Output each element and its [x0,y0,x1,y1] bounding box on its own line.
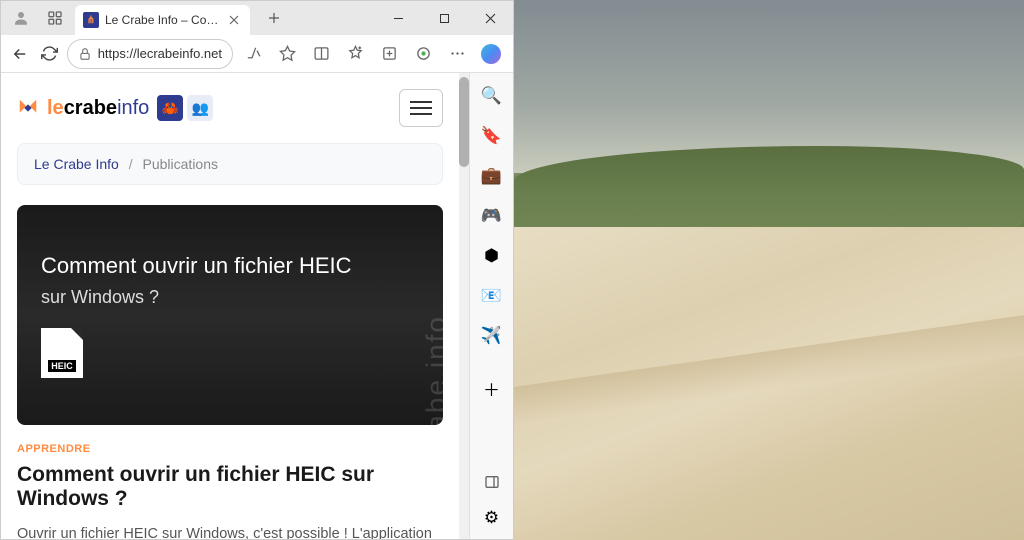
watermark: écrabe.info [421,315,443,425]
collections-icon[interactable] [373,38,405,70]
tab-close-button[interactable] [226,12,242,28]
address-text: https://lecrabeinfo.net [98,46,222,61]
favorites-icon[interactable] [339,38,371,70]
refresh-button[interactable] [37,38,63,70]
scrollbar-thumb[interactable] [459,77,469,167]
tab-title: Le Crabe Info – Communauté d'e [105,13,220,27]
browser-tab[interactable]: ⋔ Le Crabe Info – Communauté d'e [75,5,250,35]
back-button[interactable] [7,38,33,70]
scrollbar[interactable] [459,73,469,539]
menu-button[interactable] [399,89,443,127]
title-bar: ⋔ Le Crabe Info – Communauté d'e [1,1,513,35]
breadcrumb-current: Publications [143,156,219,172]
workspaces-icon[interactable] [41,4,69,32]
toolbar: https://lecrabeinfo.net [1,35,513,73]
sidebar-tools-icon[interactable]: 💼 [479,163,505,189]
more-button[interactable] [441,38,473,70]
community-badge-icon[interactable]: 🦀 [157,95,183,121]
extensions-icon[interactable] [407,38,439,70]
site-header: lecrabeinfo 🦀 👥 [17,89,443,127]
browser-window: ⋔ Le Crabe Info – Communauté d'e https:/… [0,0,514,540]
sidebar-add-icon[interactable]: ＋ [479,375,505,401]
image-overlay-title: Comment ouvrir un fichier HEIC [41,253,419,279]
sidebar-shopping-icon[interactable]: 🔖 [479,123,505,149]
crab-icon [17,97,39,119]
sidebar-search-icon[interactable]: 🔍 [479,83,505,109]
page-viewport[interactable]: lecrabeinfo 🦀 👥 Le Crabe Info / Publicat… [1,73,459,539]
copilot-button[interactable] [475,38,507,70]
edge-sidebar: 🔍 🔖 💼 🎮 ⬢ 📧 ✈️ ＋ ⚙ [469,73,513,539]
article-featured-image[interactable]: Comment ouvrir un fichier HEIC sur Windo… [17,205,443,425]
article-excerpt: Ouvrir un fichier HEIC sur Windows, c'es… [17,523,443,539]
article-category[interactable]: APPRENDRE [17,443,443,455]
heic-file-icon: HEIC [41,328,83,378]
star-icon[interactable] [271,38,303,70]
maximize-button[interactable] [421,1,467,35]
breadcrumb: Le Crabe Info / Publications [17,143,443,185]
sidebar-outlook-icon[interactable]: 📧 [479,283,505,309]
article-title[interactable]: Comment ouvrir un fichier HEIC sur Windo… [17,463,443,511]
tab-favicon-icon: ⋔ [83,12,99,28]
read-aloud-icon[interactable] [237,38,269,70]
breadcrumb-home[interactable]: Le Crabe Info [34,156,119,172]
sidebar-panel-icon[interactable] [479,469,505,495]
window-close-button[interactable] [467,1,513,35]
sidebar-drop-icon[interactable]: ✈️ [479,323,505,349]
split-screen-icon[interactable] [305,38,337,70]
profile-icon[interactable] [7,4,35,32]
sidebar-office-icon[interactable]: ⬢ [479,243,505,269]
sidebar-settings-icon[interactable]: ⚙ [479,505,505,531]
users-badge-icon[interactable]: 👥 [187,95,213,121]
desktop-wallpaper [514,0,1024,540]
site-logo[interactable]: lecrabeinfo 🦀 👥 [17,95,213,121]
sidebar-games-icon[interactable]: 🎮 [479,203,505,229]
lock-icon [78,47,92,61]
new-tab-button[interactable] [260,4,288,32]
image-overlay-subtitle: sur Windows ? [41,287,419,308]
address-bar[interactable]: https://lecrabeinfo.net [67,39,233,69]
minimize-button[interactable] [375,1,421,35]
